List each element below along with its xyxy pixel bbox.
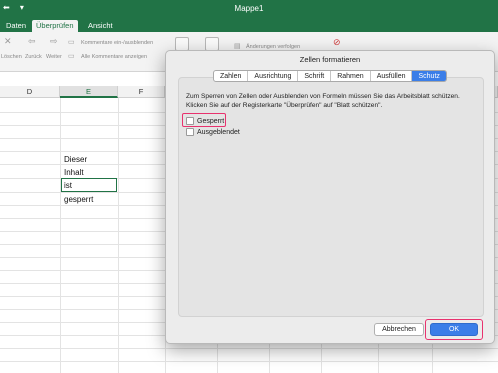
tab-schutz[interactable]: Schutz	[412, 71, 446, 81]
tab-rahmen[interactable]: Rahmen	[331, 71, 371, 81]
delete-comment-icon: ✕	[4, 36, 12, 46]
tab-daten[interactable]: Daten	[2, 20, 30, 32]
previous-comment-icon: ⇦	[28, 36, 36, 46]
comments-icon: ▭	[68, 53, 75, 60]
format-cells-dialog: Zellen formatieren Zahlen Ausrichtung Sc…	[165, 50, 495, 344]
tab-ueberpruefen[interactable]: Überprüfen	[32, 20, 78, 32]
dialog-tab-bar: Zahlen Ausrichtung Schrift Rahmen Ausfül…	[213, 70, 447, 82]
next-button[interactable]: Weiter	[46, 54, 62, 60]
delete-button[interactable]: Löschen	[1, 54, 22, 60]
track-changes-icon: ▤	[234, 43, 241, 50]
tab-ausrichtung[interactable]: Ausrichtung	[248, 71, 299, 81]
grid-line	[0, 361, 498, 362]
column-header-e[interactable]: E	[60, 86, 118, 98]
cell-e-dieser[interactable]: Dieser	[64, 155, 87, 164]
checkbox-box[interactable]	[186, 128, 194, 136]
cell-e-gesperrt[interactable]: gesperrt	[64, 195, 93, 204]
locked-checkbox[interactable]: Gesperrt	[186, 117, 224, 125]
tab-ansicht[interactable]: Ansicht	[84, 20, 117, 32]
checkbox-box[interactable]	[186, 117, 194, 125]
tab-zahlen[interactable]: Zahlen	[214, 71, 249, 81]
protect-sheet-icon[interactable]	[175, 37, 189, 51]
back-button[interactable]: Zurück	[25, 54, 42, 60]
ok-button[interactable]: OK	[430, 323, 478, 336]
comment-icon: ▭	[68, 39, 75, 46]
grid-line	[0, 348, 498, 349]
title-bar: ⬅ ▾ Mappe1	[0, 0, 498, 18]
grid-line	[118, 98, 119, 373]
hidden-checkbox-label: Ausgeblendet	[197, 128, 240, 136]
protect-workbook-icon[interactable]	[205, 37, 219, 51]
next-comment-icon: ⇨	[50, 36, 58, 46]
grid-line	[60, 98, 61, 373]
ribbon-tab-bar: Daten Überprüfen Ansicht	[0, 18, 498, 32]
tab-schrift[interactable]: Schrift	[298, 71, 332, 81]
column-header-d[interactable]: D	[0, 86, 60, 98]
tab-ausfuellen[interactable]: Ausfüllen	[371, 71, 413, 81]
active-cell-outline	[61, 178, 117, 192]
cancel-button[interactable]: Abbrechen	[374, 323, 424, 336]
column-header-f[interactable]: F	[118, 86, 165, 98]
cell-e-inhalt[interactable]: Inhalt	[64, 168, 84, 177]
dialog-title: Zellen formatieren	[299, 55, 361, 64]
protection-description: Zum Sperren von Zellen oder Ausblenden v…	[186, 93, 460, 109]
locked-checkbox-label: Gesperrt	[197, 117, 225, 125]
window-title: Mappe1	[234, 4, 264, 13]
show-all-comments-button[interactable]: Alle Kommentare anzeigen	[81, 54, 147, 60]
hidden-checkbox[interactable]: Ausgeblendet	[186, 128, 240, 136]
share-icon[interactable]: ⊘	[333, 37, 341, 48]
show-hide-comments-button[interactable]: Kommentare ein-/ausblenden	[81, 40, 153, 46]
